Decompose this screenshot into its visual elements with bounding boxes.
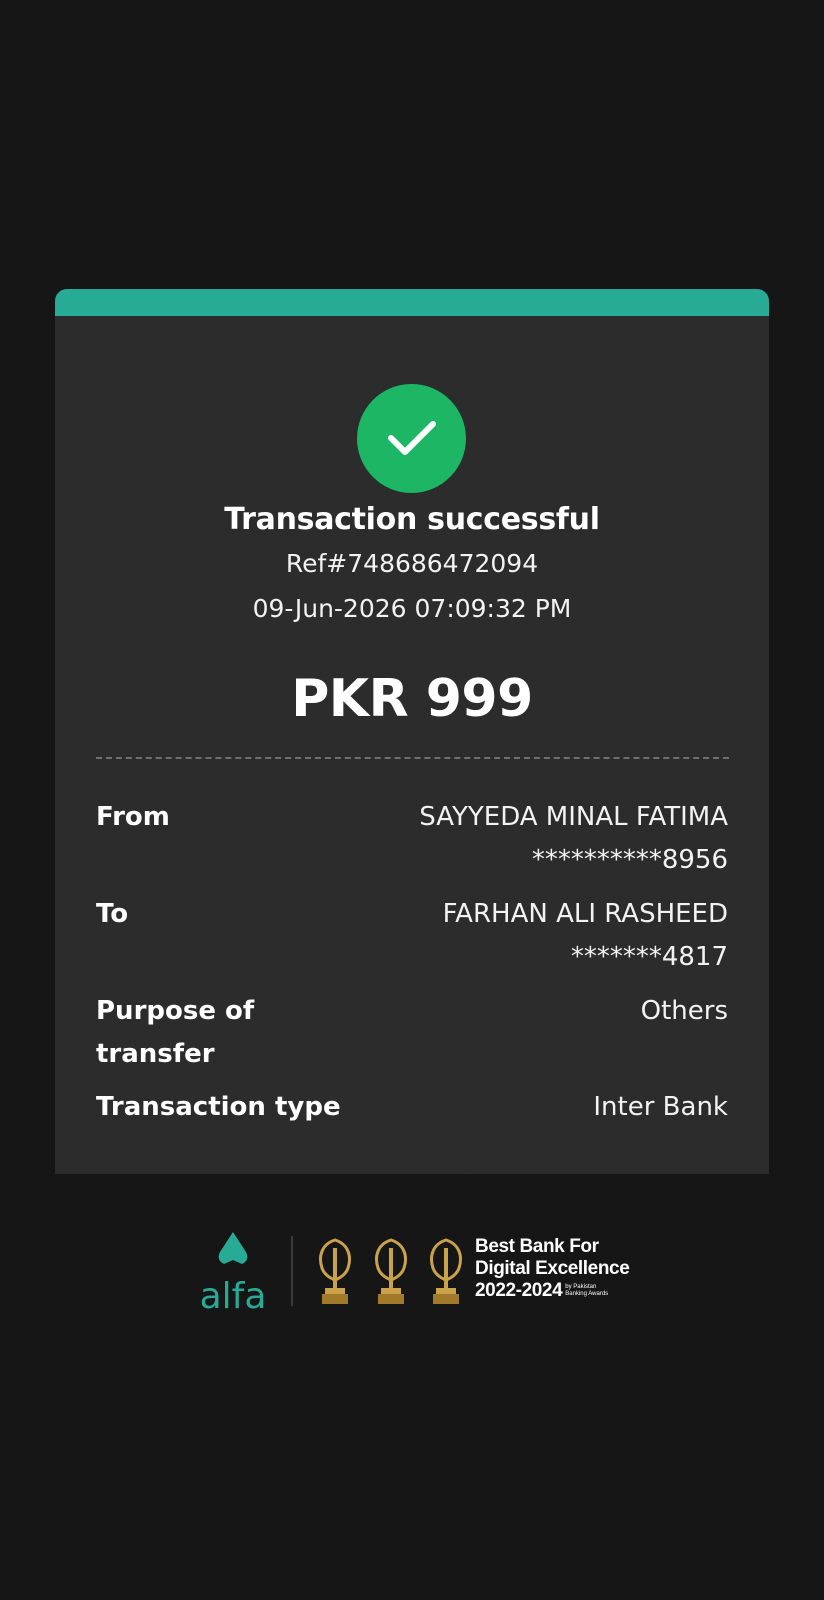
- purpose-label-line1: Purpose of: [96, 996, 255, 1026]
- transaction-reference: Ref#748686472094: [285, 549, 539, 578]
- alfa-brand-text: alfa: [200, 1276, 267, 1314]
- transaction-amount: PKR 999: [291, 669, 533, 729]
- receipt-zigzag-edge: [55, 1148, 769, 1174]
- purpose-value: Others: [640, 996, 728, 1026]
- from-label: From: [96, 802, 170, 832]
- receipt-accent-bar: [55, 289, 769, 316]
- award-line1: Best Bank For: [475, 1236, 599, 1257]
- transaction-receipt: Transaction successful Ref#748686472094 …: [55, 289, 769, 1174]
- to-name: FARHAN ALI RASHEED: [442, 899, 728, 929]
- to-label: To: [96, 899, 129, 929]
- to-value: FARHAN ALI RASHEED *******4817: [308, 893, 728, 979]
- success-check-icon: [357, 384, 466, 493]
- alfa-logo-icon: alfa: [200, 1232, 267, 1314]
- trophy-icon: [319, 1238, 351, 1304]
- award-line3: 2022-2024 by Pakistan Banking Awards: [475, 1280, 655, 1302]
- from-value: SAYYEDA MINAL FATIMA **********8956: [308, 796, 728, 882]
- transaction-type-value: Inter Bank: [593, 1092, 728, 1122]
- award-line2: Digital Excellence: [475, 1258, 630, 1279]
- from-account: **********8956: [531, 845, 728, 875]
- footer-separator: [291, 1236, 293, 1306]
- purpose-label-line2: transfer: [96, 1039, 215, 1069]
- purpose-label: Purpose of transfer: [96, 990, 336, 1076]
- dashed-divider: [96, 757, 729, 759]
- transaction-status-title: Transaction successful: [224, 502, 600, 537]
- award-source: by Pakistan Banking Awards: [565, 1284, 625, 1298]
- award-year: 2022-2024: [475, 1280, 563, 1301]
- footer-branding: alfa Best Bank For Digital Excellence 20…: [190, 1224, 640, 1314]
- to-account: *******4817: [570, 942, 728, 972]
- trophy-icon: [430, 1238, 462, 1304]
- award-text: Best Bank For Digital Excellence 2022-20…: [475, 1236, 655, 1302]
- from-name: SAYYEDA MINAL FATIMA: [419, 802, 728, 832]
- transaction-datetime: 09-Jun-2026 07:09:32 PM: [252, 594, 572, 623]
- award-source-line1: by Pakistan: [565, 1283, 597, 1290]
- trophy-icon: [375, 1238, 407, 1304]
- award-source-line2: Banking Awards: [565, 1290, 609, 1297]
